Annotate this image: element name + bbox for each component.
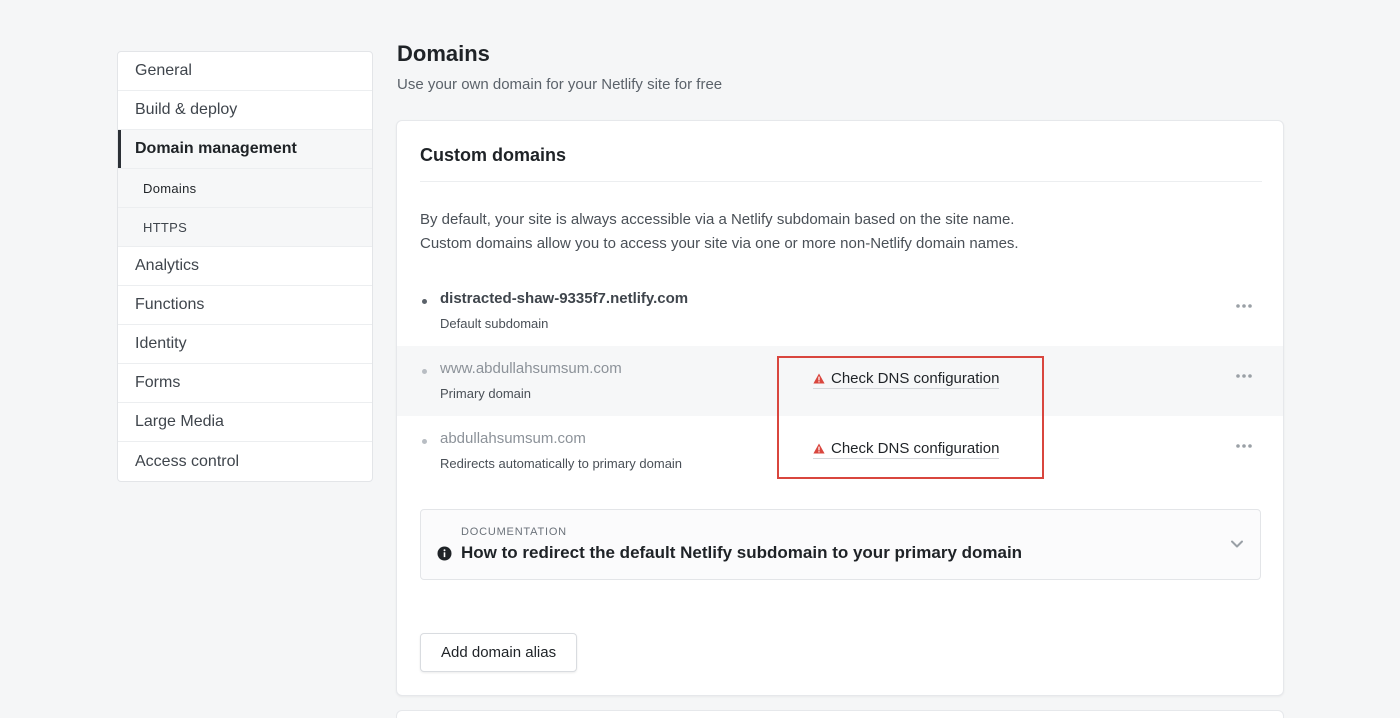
intro-line-1: By default, your site is always accessib… — [420, 211, 1015, 228]
more-options-button[interactable] — [1230, 362, 1258, 390]
domain-row-redirect: abdullahsumsum.com Redirects automatical… — [397, 416, 1283, 486]
settings-sidebar: General Build & deploy Domain management… — [117, 51, 373, 482]
sidebar-subitem-https[interactable]: HTTPS — [118, 208, 372, 247]
page-title: Domains — [397, 41, 490, 66]
documentation-label: DOCUMENTATION — [461, 526, 567, 538]
intro-line-2: Custom domains allow you to access your … — [420, 235, 1019, 252]
domain-row-primary: www.abdullahsumsum.com Primary domain Ch… — [397, 346, 1283, 416]
bullet — [422, 439, 427, 444]
domain-description: Default subdomain — [440, 316, 549, 331]
sidebar-item-build-deploy[interactable]: Build & deploy — [118, 91, 372, 130]
sidebar-item-large-media[interactable]: Large Media — [118, 403, 372, 442]
sidebar-item-general[interactable]: General — [118, 52, 372, 91]
sidebar-item-forms[interactable]: Forms — [118, 364, 372, 403]
warning-triangle-icon — [813, 373, 825, 384]
chevron-down-icon — [1231, 540, 1243, 548]
check-dns-label: Check DNS configuration — [831, 370, 1000, 387]
check-dns-link[interactable]: Check DNS configuration — [813, 440, 1000, 459]
custom-domains-card: Custom domains By default, your site is … — [396, 120, 1284, 696]
domain-name: distracted-shaw-9335f7.netlify.com — [440, 290, 689, 307]
page-subtitle: Use your own domain for your Netlify sit… — [397, 76, 723, 93]
sidebar-item-identity[interactable]: Identity — [118, 325, 372, 364]
domain-description: Primary domain — [440, 386, 532, 401]
next-card-edge — [396, 710, 1284, 718]
documentation-title: How to redirect the default Netlify subd… — [461, 543, 1023, 562]
sidebar-item-access-control[interactable]: Access control — [118, 442, 372, 481]
documentation-accordion[interactable]: DOCUMENTATION How to redirect the defaul… — [420, 509, 1261, 580]
sidebar-item-analytics[interactable]: Analytics — [118, 247, 372, 286]
custom-domains-intro: By default, your site is always accessib… — [420, 208, 1019, 256]
add-domain-alias-button[interactable]: Add domain alias — [420, 633, 578, 672]
card-title: Custom domains — [420, 145, 567, 165]
more-options-button[interactable] — [1230, 432, 1258, 460]
info-circle-icon — [437, 546, 452, 561]
domain-name: abdullahsumsum.com — [440, 430, 586, 447]
check-dns-link[interactable]: Check DNS configuration — [813, 370, 1000, 389]
sidebar-item-functions[interactable]: Functions — [118, 286, 372, 325]
card-divider — [420, 181, 1262, 182]
check-dns-label: Check DNS configuration — [831, 440, 1000, 457]
more-horizontal-icon — [1236, 374, 1252, 378]
sidebar-subitem-domains[interactable]: Domains — [118, 169, 372, 208]
more-horizontal-icon — [1236, 304, 1252, 308]
more-horizontal-icon — [1236, 444, 1252, 448]
bullet — [422, 299, 427, 304]
domain-description: Redirects automatically to primary domai… — [440, 456, 683, 471]
domain-row-default-subdomain: distracted-shaw-9335f7.netlify.com Defau… — [397, 276, 1283, 346]
warning-triangle-icon — [813, 443, 825, 454]
bullet — [422, 369, 427, 374]
domain-name: www.abdullahsumsum.com — [440, 360, 622, 377]
sidebar-item-domain-management[interactable]: Domain management — [118, 130, 372, 169]
more-options-button[interactable] — [1230, 292, 1258, 320]
